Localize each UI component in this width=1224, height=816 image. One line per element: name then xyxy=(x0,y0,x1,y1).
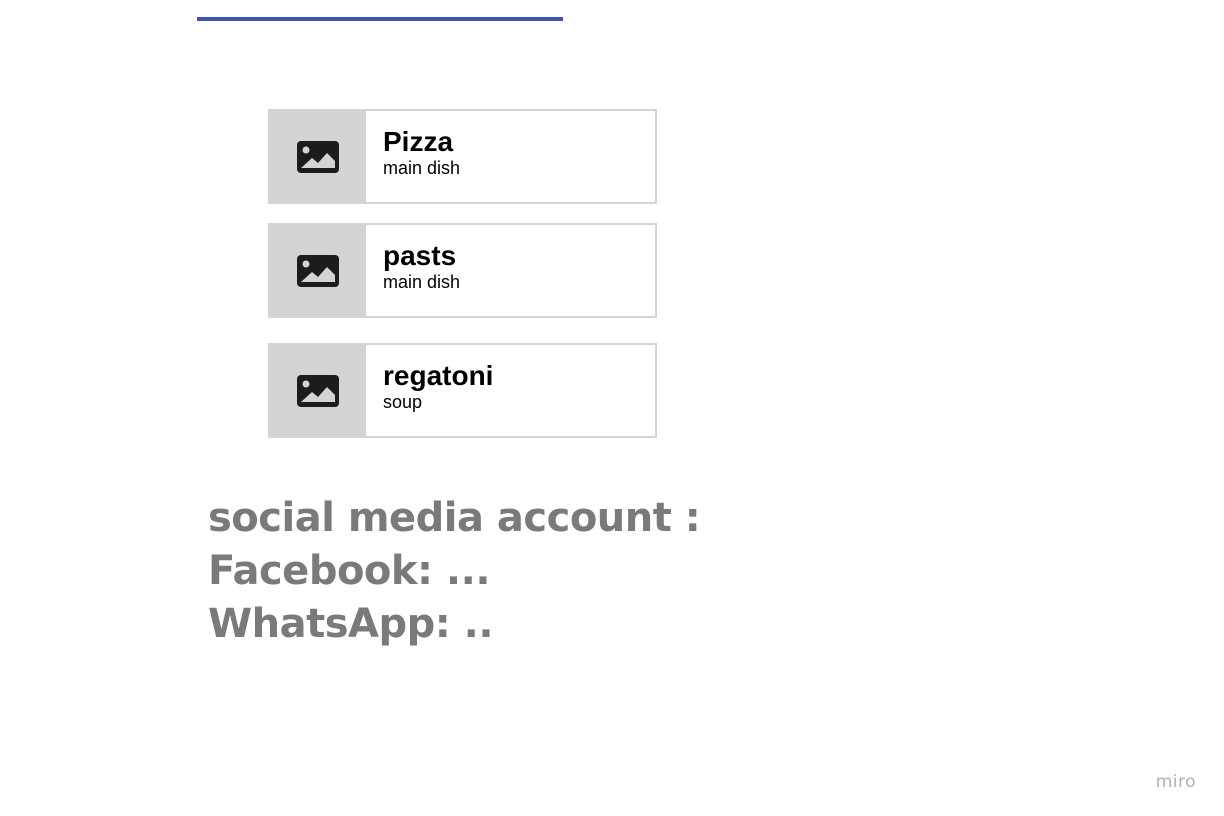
social-heading: social media account : xyxy=(208,495,701,541)
menu-card-regatoni[interactable]: regatoni soup xyxy=(268,343,657,438)
board-canvas: Pizza main dish pasts main dish regatoni xyxy=(0,0,1224,816)
social-media-block: social media account : Facebook: ... Wha… xyxy=(208,492,701,651)
accent-divider xyxy=(197,17,563,21)
image-icon xyxy=(297,140,339,173)
image-icon xyxy=(297,374,339,407)
whatsapp-line: WhatsApp: .. xyxy=(208,601,494,647)
menu-card-pizza[interactable]: Pizza main dish xyxy=(268,109,657,204)
menu-item-category: main dish xyxy=(383,158,461,178)
menu-card-pasts[interactable]: pasts main dish xyxy=(268,223,657,318)
miro-watermark: miro xyxy=(1155,772,1196,792)
menu-item-name: regatoni xyxy=(383,360,494,391)
menu-item-name: Pizza xyxy=(383,126,454,157)
menu-item-category: main dish xyxy=(383,272,461,292)
card-thumbnail xyxy=(270,225,366,316)
image-icon xyxy=(297,254,339,287)
menu-item-name: pasts xyxy=(383,240,457,271)
menu-item-category: soup xyxy=(383,392,423,412)
facebook-line: Facebook: ... xyxy=(208,548,491,594)
card-thumbnail xyxy=(270,111,366,202)
card-thumbnail xyxy=(270,345,366,436)
